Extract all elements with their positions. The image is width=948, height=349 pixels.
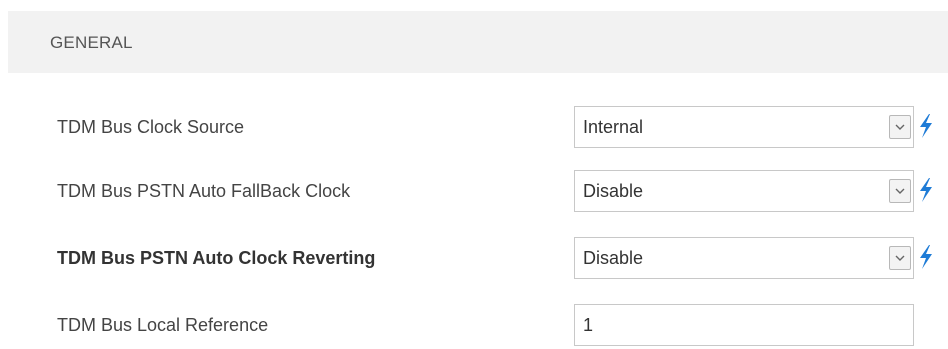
chevron-down-icon[interactable] bbox=[889, 246, 911, 270]
clock-source-row: TDM Bus Clock Source Internal bbox=[0, 106, 948, 148]
auto-clock-reverting-select[interactable]: Disable bbox=[574, 237, 914, 279]
auto-clock-reverting-label: TDM Bus PSTN Auto Clock Reverting bbox=[57, 248, 376, 268]
section-title: GENERAL bbox=[50, 33, 133, 52]
auto-clock-reverting-value: Disable bbox=[583, 248, 644, 268]
lightning-bolt-icon[interactable] bbox=[918, 114, 934, 138]
auto-clock-reverting-row: TDM Bus PSTN Auto Clock Reverting Disabl… bbox=[0, 237, 948, 279]
chevron-down-icon[interactable] bbox=[889, 115, 911, 139]
general-section-header: GENERAL bbox=[8, 11, 948, 73]
clock-source-select[interactable]: Internal bbox=[574, 106, 914, 148]
lightning-bolt-icon[interactable] bbox=[918, 178, 934, 202]
auto-fallback-clock-label: TDM Bus PSTN Auto FallBack Clock bbox=[57, 181, 351, 201]
chevron-down-icon[interactable] bbox=[889, 179, 911, 203]
auto-fallback-clock-row: TDM Bus PSTN Auto FallBack Clock Disable bbox=[0, 170, 948, 212]
local-reference-input[interactable] bbox=[574, 304, 914, 346]
local-reference-label: TDM Bus Local Reference bbox=[57, 315, 269, 335]
auto-fallback-clock-value: Disable bbox=[583, 181, 644, 201]
auto-fallback-clock-select[interactable]: Disable bbox=[574, 170, 914, 212]
lightning-bolt-icon[interactable] bbox=[918, 245, 934, 269]
local-reference-row: TDM Bus Local Reference bbox=[0, 304, 948, 346]
clock-source-value: Internal bbox=[583, 117, 644, 137]
clock-source-label: TDM Bus Clock Source bbox=[57, 117, 245, 137]
